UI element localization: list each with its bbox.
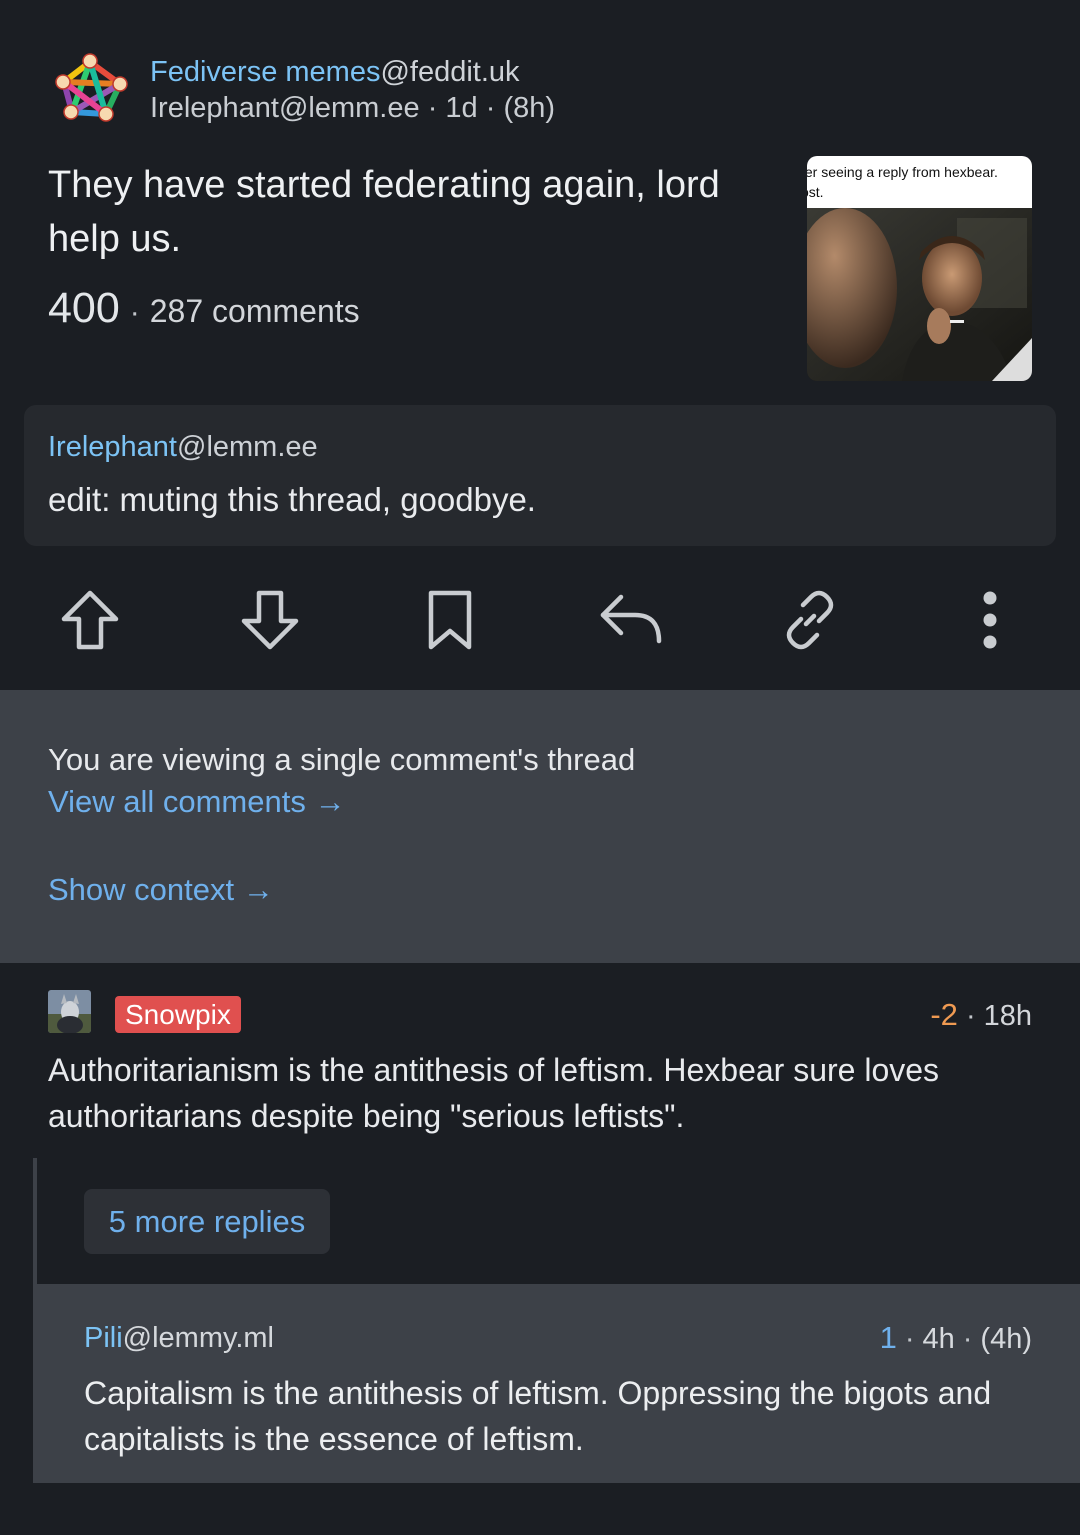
reply-author[interactable]: Pili@lemmy.ml: [84, 1322, 274, 1355]
view-all-comments-link[interactable]: View all comments →: [48, 784, 345, 820]
post-thumbnail[interactable]: ter seeing a reply from hexbear. ost.: [807, 156, 1032, 381]
body-author-user[interactable]: Irelephant: [48, 431, 177, 463]
reply-meta: 1 · 4h · (4h): [880, 1320, 1032, 1356]
post-age: 1d: [445, 92, 478, 124]
avatar[interactable]: [48, 990, 91, 1033]
meta-separator: ·: [904, 1323, 915, 1355]
downvote-button[interactable]: [230, 580, 310, 660]
post-actions: [0, 580, 1080, 660]
post-meta: Irelephant@lemm.ee · 1d · (8h): [150, 90, 650, 126]
post-body-card: Irelephant@lemm.ee edit: muting this thr…: [24, 405, 1056, 546]
more-options-button[interactable]: [950, 580, 1030, 660]
meta-separator: ·: [962, 1323, 973, 1355]
stats-separator: ·: [129, 296, 140, 329]
thumbnail-caption: ter seeing a reply from hexbear. ost.: [807, 156, 1032, 208]
community-icon[interactable]: [50, 52, 130, 124]
reply-text: Capitalism is the antithesis of leftism.…: [84, 1375, 992, 1457]
single-thread-note: You are viewing a single comment's threa…: [48, 742, 636, 777]
reply-edited: (4h): [980, 1323, 1032, 1355]
meta-separator: ·: [965, 1000, 976, 1032]
reply-age: 4h: [922, 1323, 955, 1355]
comment-text: Authoritarianism is the antithesis of le…: [48, 1052, 940, 1134]
comment-meta: -2 · 18h: [930, 997, 1032, 1033]
post-score: 400: [48, 284, 120, 332]
post-author[interactable]: Irelephant@lemm.ee: [150, 92, 420, 124]
thumbnail-image: [807, 208, 1032, 381]
comments-count[interactable]: 287 comments: [150, 293, 360, 330]
op-author-badge[interactable]: Snowpix: [115, 996, 241, 1033]
body-text: edit: muting this thread, goodbye.: [48, 481, 536, 518]
single-thread-banner: You are viewing a single comment's threa…: [0, 690, 1080, 963]
body-author-instance: @lemm.ee: [177, 431, 318, 463]
save-button[interactable]: [410, 580, 490, 660]
comment-age: 18h: [983, 1000, 1032, 1032]
reply-author-user[interactable]: Pili: [84, 1322, 123, 1354]
post-title[interactable]: They have started federating again, lord…: [48, 158, 778, 266]
post-header: Fediverse memes@feddit.uk Irelephant@lem…: [50, 52, 555, 124]
upvote-icon: [61, 590, 119, 650]
community-name[interactable]: Fediverse memes: [150, 56, 380, 88]
reply-button[interactable]: [590, 580, 670, 660]
bookmark-icon: [428, 590, 472, 650]
downvote-icon: [241, 590, 299, 650]
body-author[interactable]: Irelephant@lemm.ee: [48, 431, 318, 464]
comment-reply: Pili@lemmy.ml 1 · 4h · (4h) Capitalism is th…: [37, 1284, 1080, 1483]
community-link[interactable]: Fediverse memes@feddit.uk: [150, 54, 650, 90]
post-edited: (8h): [503, 92, 556, 124]
show-context-link[interactable]: Show context →: [48, 872, 274, 908]
reply-author-instance: @lemmy.ml: [122, 1322, 275, 1354]
more-replies-button[interactable]: 5 more replies: [84, 1189, 330, 1254]
meta-separator: ·: [427, 92, 438, 124]
thumbnail-caption-line: ter seeing a reply from hexbear.: [807, 164, 998, 180]
more-vertical-icon: [983, 591, 997, 649]
community-instance: @feddit.uk: [380, 56, 520, 88]
post-stats: 400 · 287 comments: [48, 284, 360, 333]
reply-icon: [600, 594, 662, 644]
copy-link-button[interactable]: [770, 580, 850, 660]
reply-score: 1: [879, 1320, 897, 1355]
thumbnail-caption-line: ost.: [807, 184, 824, 200]
comment-score: -2: [930, 997, 958, 1032]
upvote-button[interactable]: [50, 580, 130, 660]
link-icon: [786, 590, 834, 650]
meta-separator: ·: [485, 92, 496, 124]
